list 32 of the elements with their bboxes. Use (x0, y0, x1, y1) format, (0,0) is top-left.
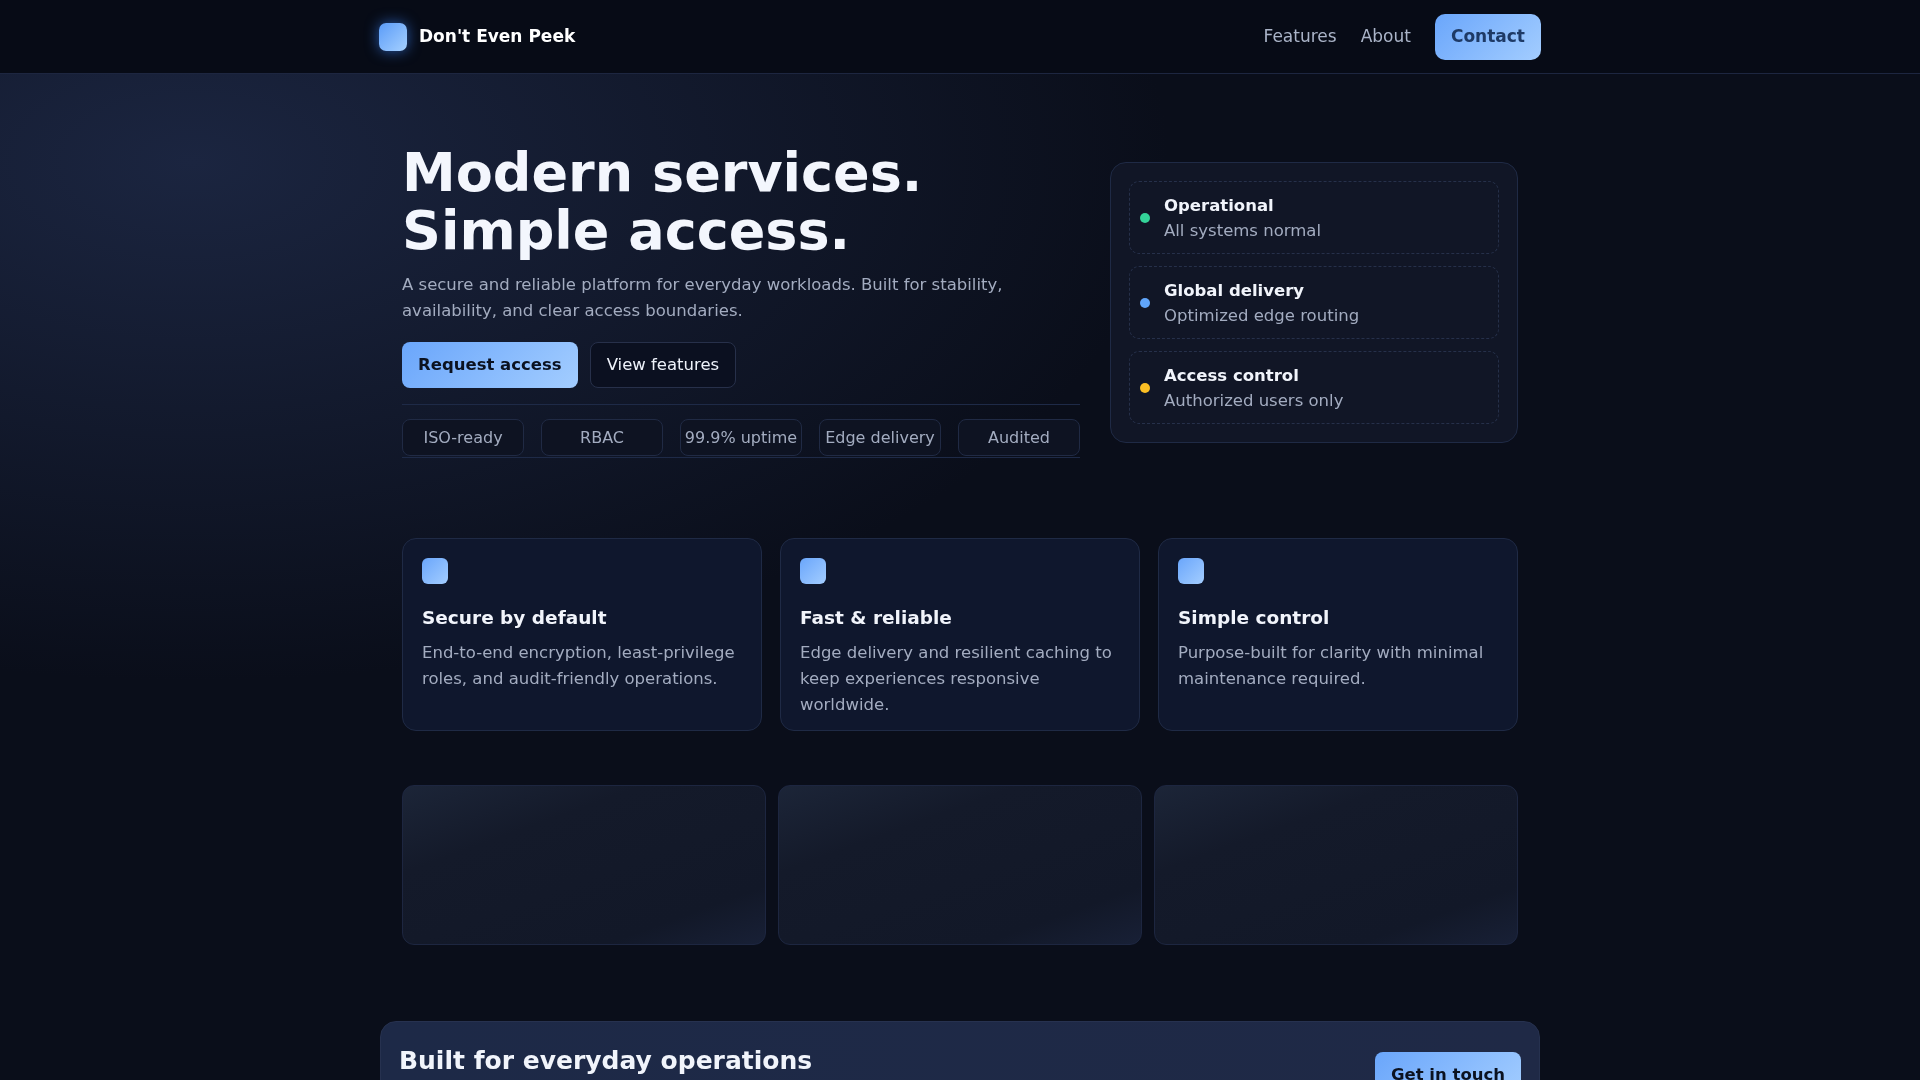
status-title: Access control (1164, 364, 1300, 387)
view-features-button[interactable]: View features (589, 342, 737, 388)
hero-heading: Modern services. (402, 144, 924, 202)
nav-link[interactable]: About (1360, 23, 1411, 50)
feature-title: Fast & reliable (800, 606, 953, 630)
request-access-button[interactable]: Request access (402, 342, 578, 388)
feature-icon (800, 558, 826, 584)
feature-icon (422, 558, 448, 584)
status-title: Global delivery (1164, 279, 1306, 302)
feature-icon (1178, 558, 1204, 584)
status-subtitle: Optimized edge routing (1164, 304, 1360, 327)
brand-name: Don't Even Peek (419, 24, 576, 48)
cta-heading: Built for everyday operations (399, 1045, 813, 1077)
feature-pill: RBAC (541, 419, 663, 456)
get-in-touch-button[interactable]: Get in touch (1375, 1052, 1521, 1080)
feature-title: Secure by default (422, 606, 608, 630)
hero-heading: Simple access. (402, 202, 852, 260)
feature-pill: ISO-ready (402, 419, 524, 456)
feature-description: Edge delivery and resilient caching to keep experiences responsive worldwide. (800, 641, 1113, 716)
feature-pill: Edge delivery (819, 419, 941, 456)
status-subtitle: All systems normal (1164, 219, 1321, 242)
logo-icon (379, 22, 407, 51)
contact-button[interactable]: Contact (1434, 13, 1541, 60)
feature-pill: 99.9% uptime (680, 419, 802, 456)
feature-description: End-to-end encryption, least-privilege roles, and audit-friendly operations. (422, 641, 736, 690)
status-subtitle: Authorized users only (1164, 389, 1344, 412)
hero-description: A secure and reliable platform for everyday workloads. Built for stability, availability, and clear access boundaries. (402, 274, 1004, 322)
feature-title: Simple control (1178, 606, 1331, 630)
feature-pill: Audited (958, 419, 1080, 456)
feature-description: Purpose-built for clarity with minimal maintenance required. (1178, 641, 1485, 690)
status-title: Operational (1164, 194, 1275, 217)
nav-link[interactable]: Features (1263, 23, 1337, 50)
